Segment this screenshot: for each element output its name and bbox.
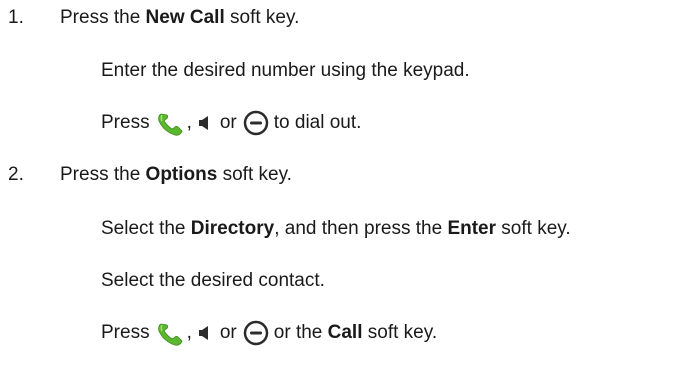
or-text: or [219,322,237,343]
instruction-text: soft key. [224,7,300,28]
step-2-directory-line: Select the Directory, and then press the… [101,217,571,241]
call-softkey-label: Call [327,322,363,343]
contact-instruction: Select the desired contact. [101,270,325,291]
instruction-text: soft key. [217,164,292,185]
step-1-dial-line: Press , or to dial out. [101,110,361,136]
speaker-icon [198,326,208,340]
enter-softkey-label: Enter [447,218,497,239]
step-number: 2. [8,164,24,185]
step-number: 1. [8,7,24,28]
options-softkey-label: Options [145,164,218,185]
instruction-text: Press the [60,164,146,185]
step-1-keypad-line: Enter the desired number using the keypa… [101,59,470,83]
press-text: Press [101,322,150,343]
handset-icon [157,113,183,136]
headset-icon [243,110,269,136]
new-call-softkey-label: New Call [145,7,225,28]
step-1-instruction: Press the New Call soft key. [60,6,299,30]
comma: , [186,322,192,343]
select-text: , and then press the [274,218,448,239]
step-2-contact-line: Select the desired contact. [101,269,325,293]
headset-icon [243,320,269,346]
or-the-text: or the [273,322,328,343]
keypad-instruction: Enter the desired number using the keypa… [101,60,470,81]
select-text: soft key. [496,218,571,239]
step-2-instruction: Press the Options soft key. [60,163,292,187]
speaker-icon [198,116,208,130]
comma: , [186,112,192,133]
step-2-call-line: Press , or or the Call soft key. [101,320,437,346]
directory-label: Directory [190,218,275,239]
instruction-text: Press the [60,7,146,28]
handset-icon [157,323,183,346]
select-text: Select the [101,218,191,239]
dial-out-text: to dial out. [273,112,362,133]
soft-key-text: soft key. [362,322,438,343]
press-text: Press [101,112,150,133]
or-text: or [219,112,237,133]
